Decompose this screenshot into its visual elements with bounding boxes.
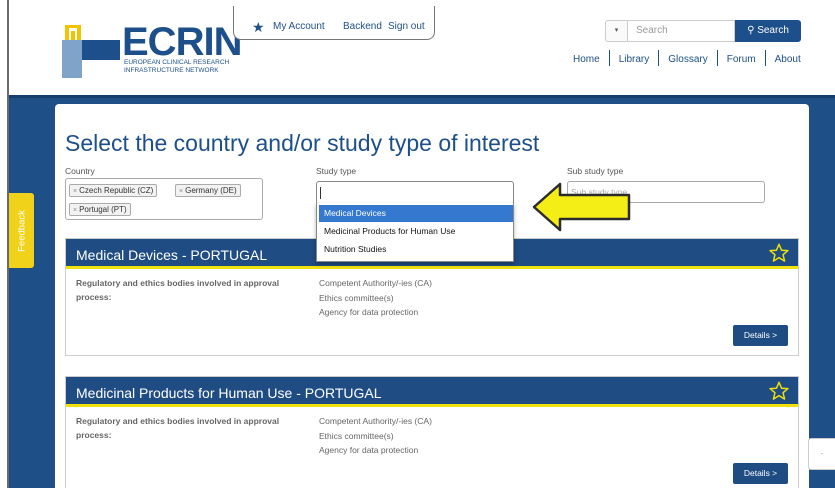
dropdown-option-nutrition-studies[interactable]: Nutrition Studies [319,241,513,258]
nav-library[interactable]: Library [619,54,650,65]
search-button-label: Search [757,25,789,36]
nav-divider [764,50,766,66]
remove-tag-icon[interactable]: × [179,188,183,195]
top-navigation: Home Library Glossary Forum About [573,50,801,66]
backend-link[interactable]: Backend [343,21,382,32]
my-account-link[interactable]: My Account [273,21,325,32]
search-button[interactable]: ⚲ Search [735,20,801,42]
nav-home[interactable]: Home [573,54,600,65]
country-tag-label: Germany (DE) [185,186,237,195]
remove-tag-icon[interactable]: × [73,188,77,195]
card-body-item: Competent Authority/-ies (CA) [319,416,432,426]
details-button[interactable]: Details > [733,463,788,484]
country-label: Country [65,166,95,176]
nav-about[interactable]: About [775,54,801,65]
favorite-star-icon[interactable] [768,380,790,402]
ecrin-logo-mark-icon [62,25,120,78]
card-title: Medical Devices - PORTUGAL [76,247,268,263]
favorite-star-icon[interactable] [768,242,790,264]
study-type-select[interactable] [316,181,514,205]
details-button[interactable]: Details > [733,325,788,346]
page-title: Select the country and/or study type of … [65,130,540,156]
account-menu: ★ My Account Backend Sign out [233,6,435,40]
card-body-list: Competent Authority/-ies (CA) Ethics com… [319,414,432,458]
card-body-item: Agency for data protection [319,445,419,455]
logo-subtitle-line-2: INFRASTRUCTURE NETWORK [124,66,219,74]
logo-subtitle: EUROPEAN CLINICAL RESEARCH INFRASTRUCTUR… [124,59,229,74]
card-body-item: Competent Authority/-ies (CA) [319,278,432,288]
card-body-item: Ethics committee(s) [319,430,394,441]
search-scope-dropdown[interactable]: ▾ [605,20,627,42]
study-type-label: Study type [316,166,357,176]
card-body-list: Competent Authority/-ies (CA) Ethics com… [319,276,432,320]
nav-divider [716,50,718,66]
feedback-label: Feedback [16,209,27,252]
country-tag[interactable]: × Portugal (PT) [69,203,131,216]
study-type-dropdown: Medical Devices Medicinal Products for H… [316,203,514,262]
text-cursor [320,187,321,199]
band-top-stripe [9,95,835,98]
country-tag[interactable]: × Czech Republic (CZ) [69,184,158,197]
country-multiselect[interactable]: × Czech Republic (CZ) × Germany (DE) × Port… [65,178,263,220]
ecrin-logo[interactable]: ECRIN EUROPEAN CLINICAL RESEARCH INFRAST… [62,22,242,78]
sub-study-type-label: Sub study type [567,166,624,176]
nav-forum[interactable]: Forum [727,54,756,65]
card-title: Medicinal Products for Human Use - PORTU… [76,385,382,401]
nav-glossary[interactable]: Glossary [668,54,707,65]
card-body-item: Ethics committee(s) [319,292,394,303]
callout-arrow-icon [532,182,631,232]
logo-wordmark: ECRIN [122,20,242,64]
card-body-item: Agency for data protection [319,307,419,317]
card-label: Regulatory and ethics bodies involved in… [76,416,280,440]
country-tag-label: Czech Republic (CZ) [79,186,154,195]
search-icon: ⚲ [747,25,755,36]
search-bar: ▾ Search ⚲ Search [605,20,801,42]
country-tag-label: Portugal (PT) [79,205,127,214]
dropdown-option-medicinal-products[interactable]: Medicinal Products for Human Use [319,223,513,240]
country-tag[interactable]: × Germany (DE) [175,184,241,197]
logo-subtitle-line-1: EUROPEAN CLINICAL RESEARCH [124,59,230,66]
card-label: Regulatory and ethics bodies involved in… [76,278,280,302]
star-icon: ★ [252,19,265,35]
result-card: Medicinal Products for Human Use - PORTU… [65,376,799,488]
feedback-tab[interactable]: Feedback [9,193,34,268]
dropdown-option-medical-devices[interactable]: Medical Devices [319,205,513,222]
nav-divider [608,50,610,66]
side-scroll-tab[interactable]: · [808,438,835,470]
search-input[interactable]: Search [627,20,735,42]
card-header: Medicinal Products for Human Use - PORTU… [66,377,798,407]
nav-divider [658,50,660,66]
sign-out-link[interactable]: Sign out [388,21,425,32]
remove-tag-icon[interactable]: × [73,207,77,214]
